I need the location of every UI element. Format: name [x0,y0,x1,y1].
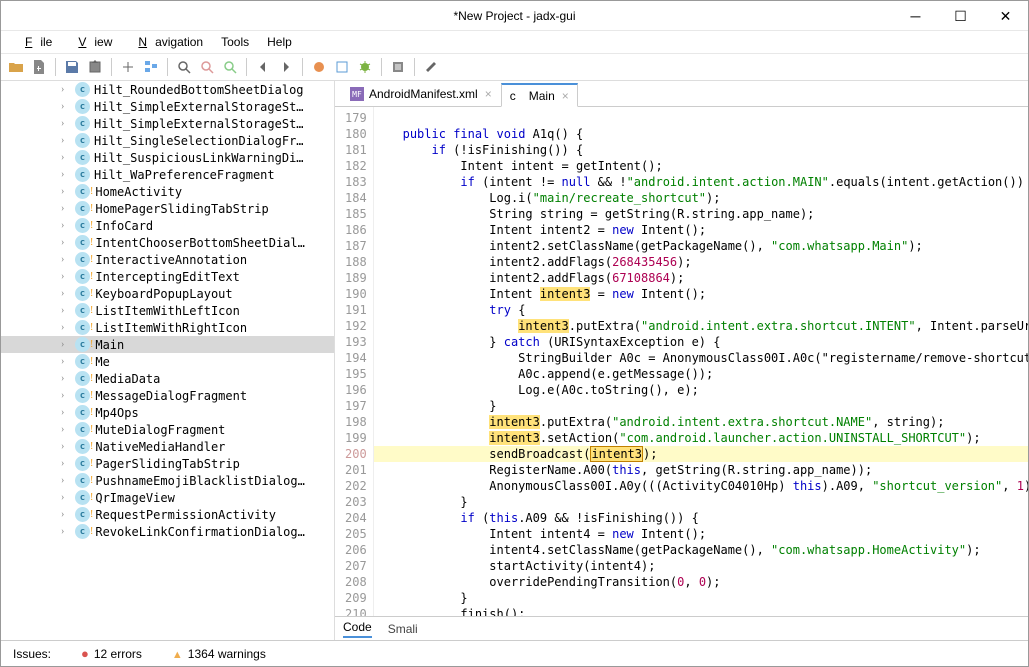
log-icon[interactable] [387,56,409,78]
status-bar: Issues: 12 errors 1364 warnings [1,640,1028,666]
forward-icon[interactable] [275,56,297,78]
tree-item[interactable]: ›c!ListItemWithLeftIcon [1,302,334,319]
search-text-icon[interactable] [219,56,241,78]
menu-view[interactable]: View [62,33,120,51]
code-area[interactable]: 179 180 181 182 183 184 185 186 187 188 … [335,107,1028,616]
menu-help[interactable]: Help [259,33,300,51]
tree-item[interactable]: ›c!InteractiveAnnotation [1,251,334,268]
tree-item[interactable]: ›c!Mp4Ops [1,404,334,421]
tree-item[interactable]: ›c!PushnameEmojiBlacklistDialog… [1,472,334,489]
errors-count[interactable]: 12 errors [81,646,142,661]
tree-item[interactable]: ›cHilt_RoundedBottomSheetDialog [1,81,334,98]
tab-code[interactable]: Code [343,620,372,638]
search-class-icon[interactable] [196,56,218,78]
menu-tools[interactable]: Tools [213,33,257,51]
editor-bottom-tabs: Code Smali [335,616,1028,640]
tree-item[interactable]: ›c!InterceptingEditText [1,268,334,285]
class-tree[interactable]: ›cHilt_RoundedBottomSheetDialog›cHilt_Si… [1,81,335,640]
editor-tab[interactable]: MFAndroidManifest.xml× [341,82,501,106]
tree-item[interactable]: ›c!RequestPermissionActivity [1,506,334,523]
export-icon[interactable] [84,56,106,78]
sync-icon[interactable] [117,56,139,78]
tree-item[interactable]: ›c!HomeActivity [1,183,334,200]
back-icon[interactable] [252,56,274,78]
tree-item[interactable]: ›c!Main [1,336,334,353]
menu-navigation[interactable]: Navigation [122,33,211,51]
source-code[interactable]: public final void A1q() { if (!isFinishi… [374,107,1028,616]
quark-icon[interactable] [308,56,330,78]
editor-tab[interactable]: cMain× [501,83,578,107]
tree-item[interactable]: ›cHilt_WaPreferenceFragment [1,166,334,183]
debug-icon[interactable] [354,56,376,78]
tree-item[interactable]: ›c!MediaData [1,370,334,387]
search-icon[interactable] [173,56,195,78]
tree-icon[interactable] [140,56,162,78]
tree-item[interactable]: ›c!RevokeLinkConfirmationDialog… [1,523,334,540]
tree-item[interactable]: ›c!Me [1,353,334,370]
tree-item[interactable]: ›cHilt_SuspiciousLinkWarningDi… [1,149,334,166]
tree-item[interactable]: ›c!IntentChooserBottomSheetDial… [1,234,334,251]
line-gutter: 179 180 181 182 183 184 185 186 187 188 … [335,107,374,616]
minimize-button[interactable]: ─ [893,1,938,31]
tree-item[interactable]: ›c!MessageDialogFragment [1,387,334,404]
tree-item[interactable]: ›c!ListItemWithRightIcon [1,319,334,336]
tree-item[interactable]: ›c!QrImageView [1,489,334,506]
tree-item[interactable]: ›c!NativeMediaHandler [1,438,334,455]
tree-item[interactable]: ›cHilt_SimpleExternalStorageSt… [1,98,334,115]
add-file-icon[interactable] [28,56,50,78]
issues-label: Issues: [13,647,51,661]
editor-tabs: MFAndroidManifest.xml×cMain× [335,81,1028,107]
close-tab-icon[interactable]: × [485,87,492,101]
menu-bar: FileViewNavigationToolsHelp [1,31,1028,53]
warnings-count[interactable]: 1364 warnings [172,647,266,661]
tree-item[interactable]: ›cHilt_SingleSelectionDialogFr… [1,132,334,149]
window-title: *New Project - jadx-gui [453,9,575,23]
menu-file[interactable]: File [9,33,60,51]
open-icon[interactable] [5,56,27,78]
toolbar [1,53,1028,81]
tree-item[interactable]: ›c!MuteDialogFragment [1,421,334,438]
tab-smali[interactable]: Smali [388,622,418,636]
settings-icon[interactable] [420,56,442,78]
tree-item[interactable]: ›c!InfoCard [1,217,334,234]
tree-item[interactable]: ›cHilt_SimpleExternalStorageSt… [1,115,334,132]
close-button[interactable]: ✕ [983,1,1028,31]
title-bar: *New Project - jadx-gui ─ ☐ ✕ [1,1,1028,31]
tree-item[interactable]: ›c!KeyboardPopupLayout [1,285,334,302]
close-tab-icon[interactable]: × [562,89,569,103]
save-icon[interactable] [61,56,83,78]
deobf-icon[interactable] [331,56,353,78]
tree-item[interactable]: ›c!HomePagerSlidingTabStrip [1,200,334,217]
tree-item[interactable]: ›c!PagerSlidingTabStrip [1,455,334,472]
maximize-button[interactable]: ☐ [938,1,983,31]
